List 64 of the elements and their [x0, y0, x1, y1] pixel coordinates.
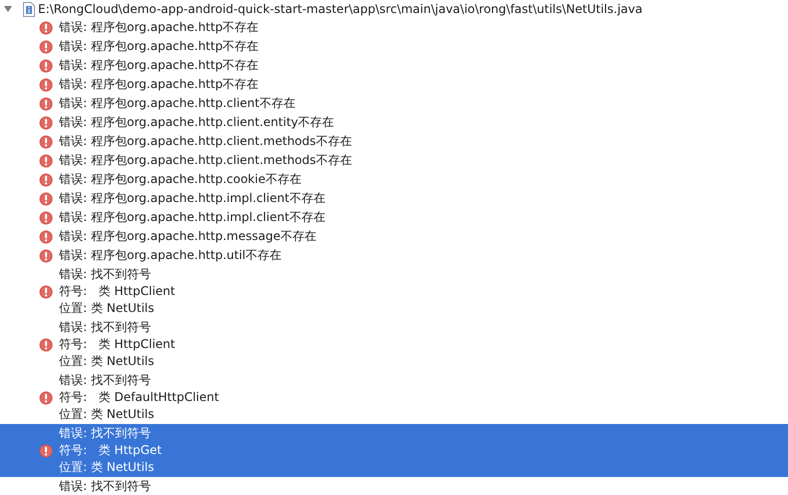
- error-message[interactable]: 错误: 程序包org.apache.http.util不存在: [0, 246, 788, 265]
- collapse-arrow-icon[interactable]: [3, 4, 13, 14]
- message-text: 错误: 程序包org.apache.http.message不存在: [59, 228, 316, 245]
- error-icon: [39, 154, 53, 168]
- error-message[interactable]: 错误: 找不到符号 符号: 类 HttpClient 位置: 类 NetUtils: [0, 265, 788, 318]
- message-text: 错误: 程序包org.apache.http不存在: [59, 57, 259, 74]
- error-message[interactable]: 错误: 程序包org.apache.http.client.entity不存在: [0, 113, 788, 132]
- error-message[interactable]: 错误: 程序包org.apache.http.message不存在: [0, 227, 788, 246]
- message-text: 符号: 类 HttpClient: [59, 336, 176, 353]
- message-text: 错误: 程序包org.apache.http.impl.client不存在: [59, 190, 326, 207]
- message-text: 错误: 程序包org.apache.http不存在: [59, 19, 259, 36]
- error-icon: [39, 20, 53, 34]
- message-text: 错误: 程序包org.apache.http.client.methods不存在: [59, 133, 352, 150]
- error-message[interactable]: 错误: 程序包org.apache.http.cookie不存在: [0, 170, 788, 189]
- message-text: 位置: 类 NetUtils: [59, 353, 154, 370]
- error-icon: [39, 230, 53, 244]
- error-message[interactable]: 错误: 程序包org.apache.http.impl.client不存在: [0, 189, 788, 208]
- error-message[interactable]: 错误: 找不到符号: [0, 477, 788, 495]
- error-icon: [39, 390, 53, 404]
- error-icon: [39, 444, 53, 458]
- error-icon: [39, 210, 53, 224]
- error-message[interactable]: 错误: 程序包org.apache.http不存在: [0, 56, 788, 75]
- message-text: 位置: 类 NetUtils: [59, 459, 154, 476]
- message-text: 位置: 类 NetUtils: [59, 406, 154, 423]
- message-text: 错误: 程序包org.apache.http不存在: [59, 38, 259, 55]
- java-file-icon: [23, 2, 35, 16]
- file-node[interactable]: E:\RongCloud\demo-app-android-quick-start-master\app\src\main\java\io\rong\fast\utils\NetUtils.java: [0, 0, 788, 18]
- message-text: 符号: 类 HttpGet: [59, 442, 162, 459]
- error-icon: [39, 96, 53, 110]
- message-text: 错误: 程序包org.apache.http.util不存在: [59, 247, 282, 264]
- error-icon: [39, 116, 53, 130]
- message-text: 错误: 程序包org.apache.http.impl.client不存在: [59, 209, 326, 226]
- message-text: 错误: 程序包org.apache.http.client不存在: [59, 95, 296, 112]
- message-text: 错误: 找不到符号: [59, 372, 151, 389]
- message-text: 错误: 找不到符号: [59, 425, 151, 442]
- error-icon: [39, 338, 53, 352]
- message-text: 错误: 程序包org.apache.http.client.entity不存在: [59, 114, 334, 131]
- error-icon: [39, 78, 53, 92]
- error-icon: [39, 172, 53, 186]
- message-text: 错误: 程序包org.apache.http不存在: [59, 76, 259, 93]
- error-message[interactable]: 错误: 找不到符号 符号: 类 HttpGet 位置: 类 NetUtils: [0, 424, 788, 477]
- error-message[interactable]: 错误: 程序包org.apache.http不存在: [0, 75, 788, 94]
- message-text: 符号: 类 HttpClient: [59, 283, 176, 300]
- error-icon: [39, 58, 53, 72]
- error-icon: [39, 40, 53, 54]
- error-icon: [39, 248, 53, 262]
- message-text: 错误: 找不到符号: [59, 319, 151, 336]
- message-text: 错误: 程序包org.apache.http.client.methods不存在: [59, 152, 352, 169]
- error-message[interactable]: 错误: 程序包org.apache.http.client.methods不存在: [0, 151, 788, 170]
- error-message[interactable]: 错误: 程序包org.apache.http.impl.client不存在: [0, 208, 788, 227]
- error-message[interactable]: 错误: 程序包org.apache.http.client不存在: [0, 94, 788, 113]
- message-text: 错误: 程序包org.apache.http.cookie不存在: [59, 171, 302, 188]
- error-icon: [39, 284, 53, 298]
- error-message[interactable]: 错误: 程序包org.apache.http.client.methods不存在: [0, 132, 788, 151]
- error-message[interactable]: 错误: 找不到符号 符号: 类 HttpClient 位置: 类 NetUtils: [0, 318, 788, 371]
- message-text: 符号: 类 DefaultHttpClient: [59, 389, 219, 406]
- error-icon: [39, 134, 53, 148]
- message-text: 错误: 找不到符号: [59, 478, 151, 495]
- error-message[interactable]: 错误: 程序包org.apache.http不存在: [0, 18, 788, 37]
- error-message[interactable]: 错误: 程序包org.apache.http不存在: [0, 37, 788, 56]
- error-icon: [39, 192, 53, 206]
- error-message[interactable]: 错误: 找不到符号 符号: 类 DefaultHttpClient 位置: 类 NetUtils: [0, 371, 788, 424]
- message-text: 错误: 找不到符号: [59, 266, 151, 283]
- message-text: 位置: 类 NetUtils: [59, 300, 154, 317]
